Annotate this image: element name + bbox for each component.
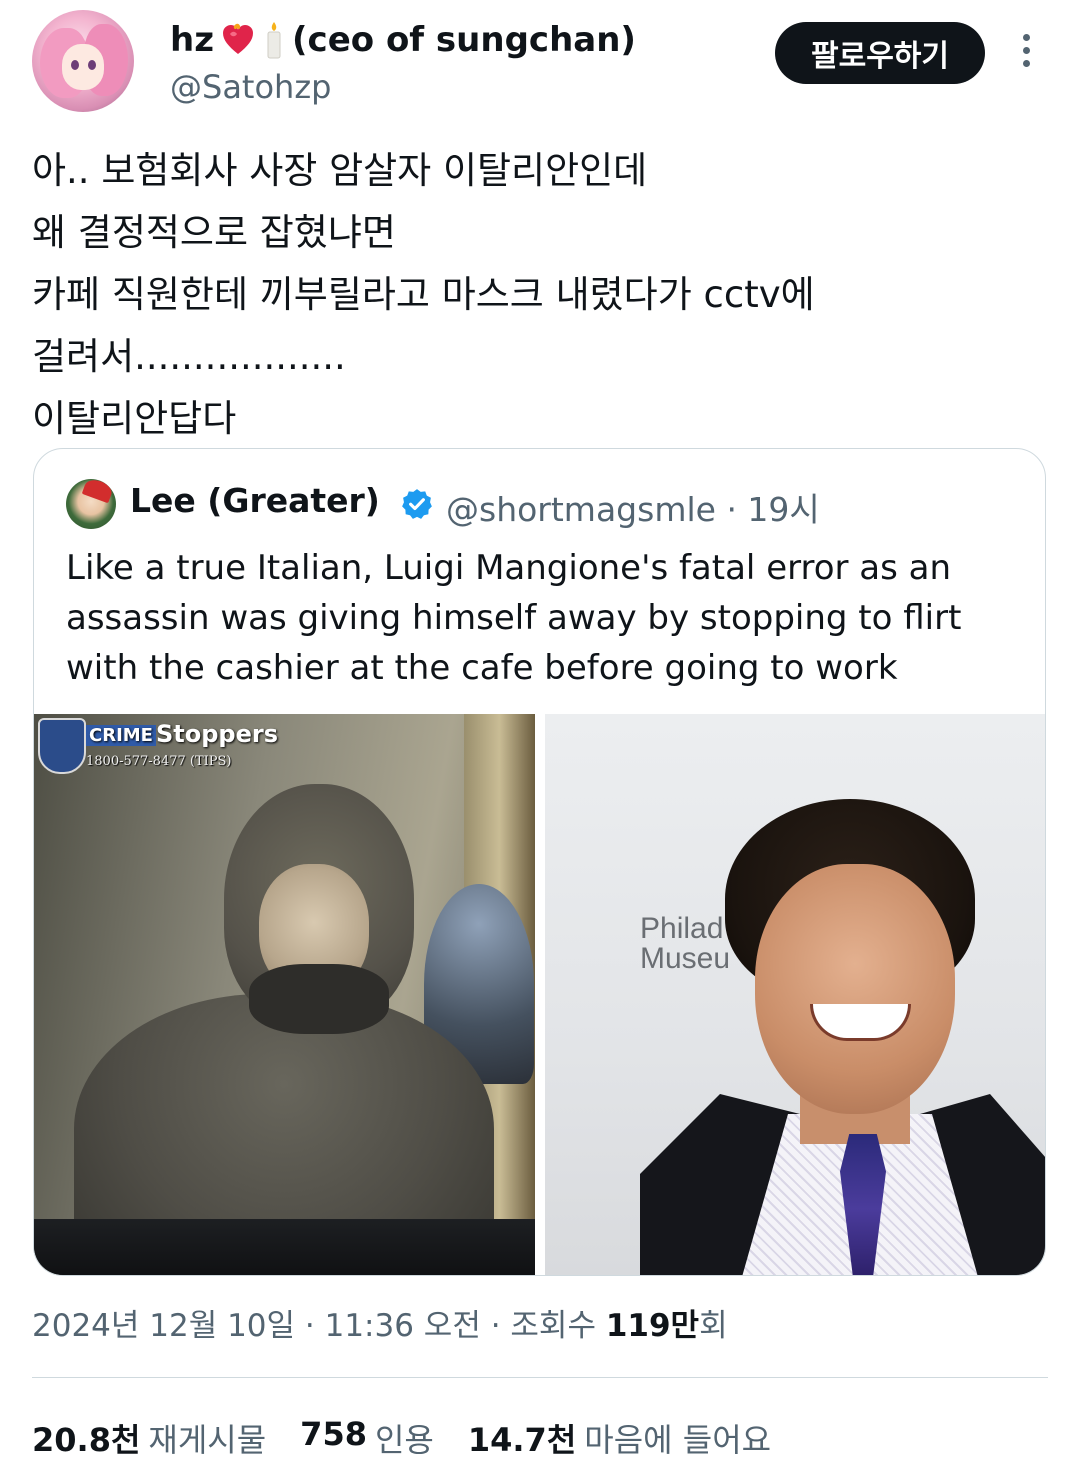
candle-icon — [262, 20, 286, 60]
quote-body: Like a true Italian, Luigi Mangione's fa… — [66, 543, 1016, 693]
more-dot-2 — [1022, 47, 1030, 54]
quote-line: with the cashier at the cafe before goin… — [66, 648, 898, 688]
author-display-name[interactable]: hz (ceo of sungchan) — [170, 20, 636, 60]
tips-phone: 1800-577-8477 (TIPS) — [86, 754, 232, 769]
engagement-stats: 20.8천 재게시물 758 인용 14.7천 마음에 들어요 — [32, 1415, 805, 1461]
museum-sign-line-2: Museu — [640, 942, 731, 974]
portrait-face — [755, 864, 955, 1114]
tweet-date[interactable]: 2024년 12월 10일 · 11:36 오전 · 조회수 — [32, 1308, 606, 1344]
tweet-header: hz (ceo of sungchan) @Satohzp 팔로우하기 — [0, 0, 1080, 130]
tweet-body: 아.. 보험회사 사장 암살자 이탈리안인데 왜 결정적으로 잡혔냐면 카페 직… — [32, 140, 1032, 450]
likes-label[interactable]: 마음에 들어요 — [584, 1415, 771, 1461]
stoppers-word: Stoppers — [155, 720, 278, 748]
more-options-icon[interactable] — [1014, 34, 1038, 74]
crime-word: CRIME — [86, 724, 156, 746]
follow-button[interactable]: 팔로우하기 — [775, 22, 985, 84]
author-handle[interactable]: @Satohzp — [170, 68, 331, 106]
santa-hat — [81, 479, 115, 504]
quote-author-avatar — [66, 479, 116, 529]
divider — [32, 1377, 1048, 1378]
tweet-line: 걸려서.................. — [32, 335, 346, 378]
avatar-face — [62, 44, 104, 90]
tweet-line: 아.. 보험회사 사장 암살자 이탈리안인데 — [32, 149, 648, 192]
quotes-count[interactable]: 758 — [300, 1415, 367, 1461]
quote-handle: @shortmagsmle — [446, 490, 716, 529]
quotes-label[interactable]: 인용 — [375, 1415, 434, 1461]
avatar-eye-right — [88, 60, 96, 70]
likes-count[interactable]: 14.7천 — [468, 1415, 576, 1461]
heart-on-fire-icon — [220, 22, 256, 58]
display-name-prefix: hz — [170, 20, 214, 60]
tweet-line: 왜 결정적으로 잡혔냐면 — [32, 211, 396, 254]
views-count: 119만 — [605, 1308, 700, 1344]
quoted-tweet[interactable]: Lee (Greater) @shortmagsmle · 19시 Like a… — [33, 448, 1046, 1276]
quote-author-handle-and-time: @shortmagsmle · 19시 — [446, 483, 820, 531]
tweet-line: 카페 직원한테 끼부릴라고 마스크 내렸다가 cctv에 — [32, 273, 815, 316]
author-avatar[interactable] — [32, 10, 134, 112]
portrait-photo[interactable]: Philad Museu — [545, 714, 1045, 1275]
quote-line: Like a true Italian, Luigi Mangione's fa… — [66, 548, 952, 588]
views-suffix: 회 — [699, 1308, 728, 1344]
tweet-line: 이탈리안답다 — [32, 397, 237, 440]
cctv-photo[interactable]: CRIME Stoppers 1800-577-8477 (TIPS) — [34, 714, 535, 1275]
photo-scarf — [249, 964, 389, 1034]
more-dot-1 — [1022, 34, 1030, 41]
quote-line: assassin was giving himself away by stop… — [66, 598, 962, 638]
avatar-eye-left — [71, 60, 79, 70]
reposts-count[interactable]: 20.8천 — [32, 1415, 140, 1461]
quote-time: · 19시 — [726, 490, 820, 529]
display-name-suffix: (ceo of sungchan) — [292, 20, 636, 60]
reposts-label[interactable]: 재게시물 — [148, 1415, 266, 1461]
photo-counter — [34, 1219, 535, 1275]
tweet-metadata: 2024년 12월 10일 · 11:36 오전 · 조회수 119만회 — [32, 1300, 728, 1345]
quote-author-name: Lee (Greater) — [130, 481, 380, 520]
nypd-badge-icon — [38, 718, 86, 774]
crime-stoppers-logo: CRIME Stoppers — [86, 720, 278, 748]
more-dot-3 — [1022, 60, 1030, 67]
verified-badge-icon — [402, 489, 432, 519]
